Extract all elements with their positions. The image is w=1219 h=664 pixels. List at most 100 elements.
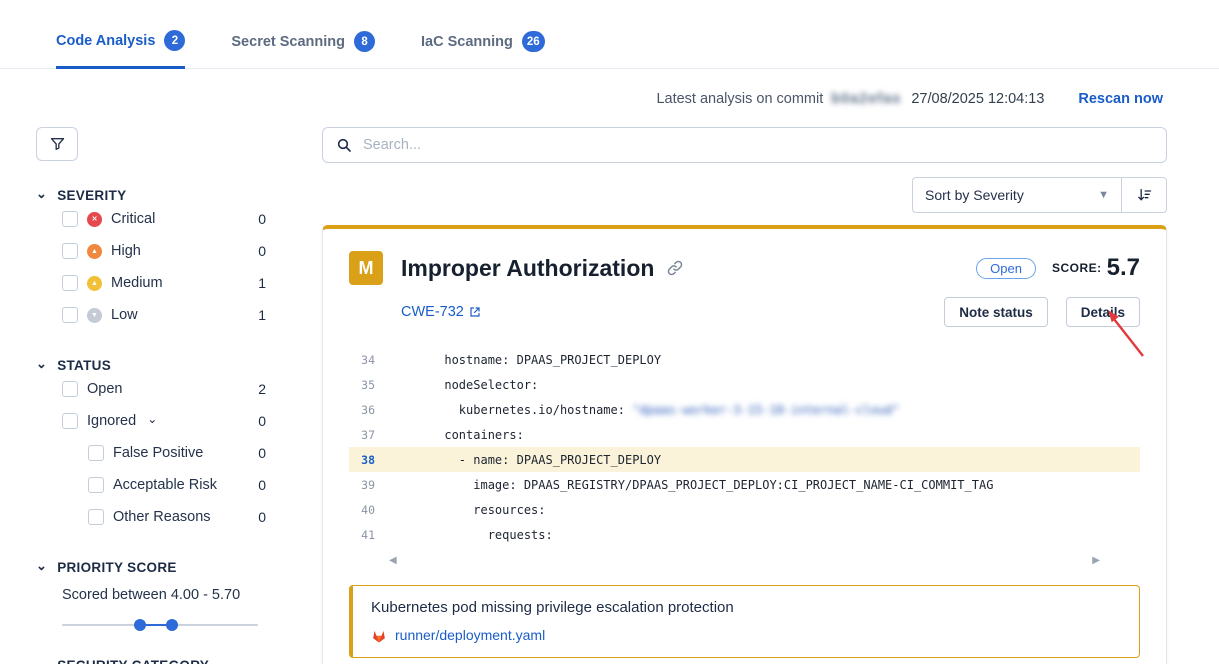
line-number: 39 (349, 478, 375, 492)
code-line: 34 hostname: DPAAS_PROJECT_DEPLOY (349, 347, 1140, 372)
status-subrow-false-positive: False Positive0 (88, 437, 266, 469)
line-content: nodeSelector: (401, 378, 538, 392)
sort-control: Sort by Severity ▼ (912, 177, 1167, 213)
search-input[interactable] (363, 137, 1153, 153)
status-list: Open2Ignored⌄0 (36, 373, 291, 437)
finding-message: Kubernetes pod missing privilege escalat… (371, 599, 1121, 616)
checkbox[interactable] (62, 243, 78, 259)
latest-analysis-label: Latest analysis on commit (656, 91, 823, 107)
line-number: 41 (349, 528, 375, 542)
chevron-down-icon: ▼ (1098, 189, 1109, 201)
severity-label: Critical (111, 211, 155, 227)
note-status-button[interactable]: Note status (944, 297, 1048, 327)
analysis-timestamp: 27/08/2025 12:04:13 (911, 91, 1044, 107)
status-sub-count: 0 (258, 445, 266, 461)
ignored-sub-list: False Positive0Acceptable Risk0Other Rea… (36, 437, 291, 533)
severity-row-high: ▲ High 0 (62, 235, 266, 267)
slider-handle-max[interactable] (166, 619, 178, 631)
severity-label: High (111, 243, 141, 259)
tab-label: Code Analysis (56, 33, 155, 49)
low-severity-icon: ▼ (87, 308, 102, 323)
sort-row: Sort by Severity ▼ (322, 177, 1167, 213)
status-subrow-other-reasons: Other Reasons0 (88, 501, 266, 533)
filter-sidebar: ⌄ SEVERITY ✕ Critical 0 ▲ High 0 ▲ Medium 1 ▼ Low 1… (36, 127, 291, 664)
content-area: ⌄ SEVERITY ✕ Critical 0 ▲ High 0 ▲ Medium 1 ▼ Low 1… (0, 107, 1219, 664)
severity-section-title: SEVERITY (57, 188, 126, 203)
category-section-title: SECURITY CATEGORY (57, 658, 209, 664)
score-label: SCORE: (1052, 261, 1102, 275)
status-label: Open (87, 381, 122, 397)
status-count: 0 (258, 413, 266, 429)
line-content: image: DPAAS_REGISTRY/DPAAS_PROJECT_DEPL… (401, 478, 993, 492)
cwe-link[interactable]: CWE-732 (401, 304, 481, 320)
priority-score-slider (62, 619, 258, 631)
analysis-meta-row: Latest analysis on commit b0a2efas 27/08… (0, 69, 1219, 107)
score-value: 5.7 (1107, 254, 1140, 282)
priority-score-range-text: Scored between 4.00 - 5.70 (36, 587, 291, 603)
finding-card: M Improper Authorization Open SCORE: 5.7… (322, 225, 1167, 664)
line-number: 40 (349, 503, 375, 517)
chevron-down-icon[interactable]: ⌄ (36, 189, 47, 199)
commit-hash-redacted: b0a2efas (831, 91, 901, 107)
line-number: 37 (349, 428, 375, 442)
chevron-down-icon[interactable]: ⌄ (36, 359, 47, 369)
checkbox[interactable] (62, 211, 78, 227)
checkbox[interactable] (88, 477, 104, 493)
tab-code-analysis[interactable]: Code Analysis2 (56, 30, 185, 69)
chevron-down-icon[interactable]: ⌄ (36, 561, 47, 571)
checkbox[interactable] (62, 413, 78, 429)
file-link-label: runner/deployment.yaml (395, 627, 545, 643)
chevron-down-icon[interactable]: ⌄ (36, 659, 47, 664)
priority-section-title: PRIORITY SCORE (57, 560, 176, 575)
severity-count: 1 (258, 275, 266, 291)
code-line: 37 containers: (349, 422, 1140, 447)
sort-descending-icon (1136, 187, 1153, 203)
search-bar (322, 127, 1167, 163)
severity-label: Medium (111, 275, 163, 291)
tab-count-badge: 26 (522, 31, 545, 52)
severity-row-low: ▼ Low 1 (62, 299, 266, 331)
tab-label: IaC Scanning (421, 34, 513, 50)
critical-severity-icon: ✕ (87, 212, 102, 227)
checkbox[interactable] (62, 381, 78, 397)
checkbox[interactable] (88, 445, 104, 461)
findings-main: Sort by Severity ▼ M Improper Authorizat… (322, 127, 1167, 664)
severity-label: Low (111, 307, 138, 323)
tab-secret-scanning[interactable]: Secret Scanning8 (231, 30, 375, 68)
checkbox[interactable] (88, 509, 104, 525)
code-snippet: 34 hostname: DPAAS_PROJECT_DEPLOY35 node… (349, 347, 1140, 547)
line-content: kubernetes.io/hostname: "dpaas-worker-3-… (401, 403, 900, 417)
status-subrow-acceptable-risk: Acceptable Risk0 (88, 469, 266, 501)
slider-handle-min[interactable] (134, 619, 146, 631)
priority-section-header: ⌄ PRIORITY SCORE (36, 560, 291, 575)
severity-row-critical: ✕Critical0 (62, 203, 266, 235)
scroll-left-icon[interactable]: ◀ (389, 555, 397, 566)
sort-by-value: Sort by Severity (925, 187, 1024, 203)
rescan-now-link[interactable]: Rescan now (1078, 91, 1163, 107)
finding-message-box: Kubernetes pod missing privilege escalat… (349, 585, 1140, 658)
medium-severity-icon: ▲ (87, 276, 102, 291)
category-section-header: ⌄ SECURITY CATEGORY (36, 658, 291, 664)
checkbox[interactable] (62, 275, 78, 291)
line-number: 34 (349, 353, 375, 367)
finding-title: Improper Authorization (401, 255, 654, 282)
code-line: 40 resources: (349, 497, 1140, 522)
code-line: 36 kubernetes.io/hostname: "dpaas-worker… (349, 397, 1140, 422)
line-content: containers: (401, 428, 524, 442)
permalink-icon[interactable] (666, 259, 684, 277)
status-sub-label: Acceptable Risk (113, 477, 217, 493)
sort-by-dropdown[interactable]: Sort by Severity ▼ (913, 178, 1121, 212)
tab-iac-scanning[interactable]: IaC Scanning 26 (421, 30, 545, 68)
severity-count: 0 (258, 243, 266, 259)
filter-button[interactable] (36, 127, 78, 161)
status-badge: Open (976, 258, 1036, 279)
scroll-right-icon[interactable]: ▶ (1092, 555, 1100, 566)
sort-direction-button[interactable] (1121, 178, 1166, 212)
checkbox[interactable] (62, 307, 78, 323)
details-button[interactable]: Details (1066, 297, 1140, 327)
high-severity-icon: ▲ (87, 244, 102, 259)
chevron-down-icon[interactable]: ⌄ (147, 412, 157, 426)
file-link[interactable]: runner/deployment.yaml (371, 627, 1121, 643)
severity-count: 1 (258, 307, 266, 323)
line-content: - name: DPAAS_PROJECT_DEPLOY (401, 453, 661, 467)
